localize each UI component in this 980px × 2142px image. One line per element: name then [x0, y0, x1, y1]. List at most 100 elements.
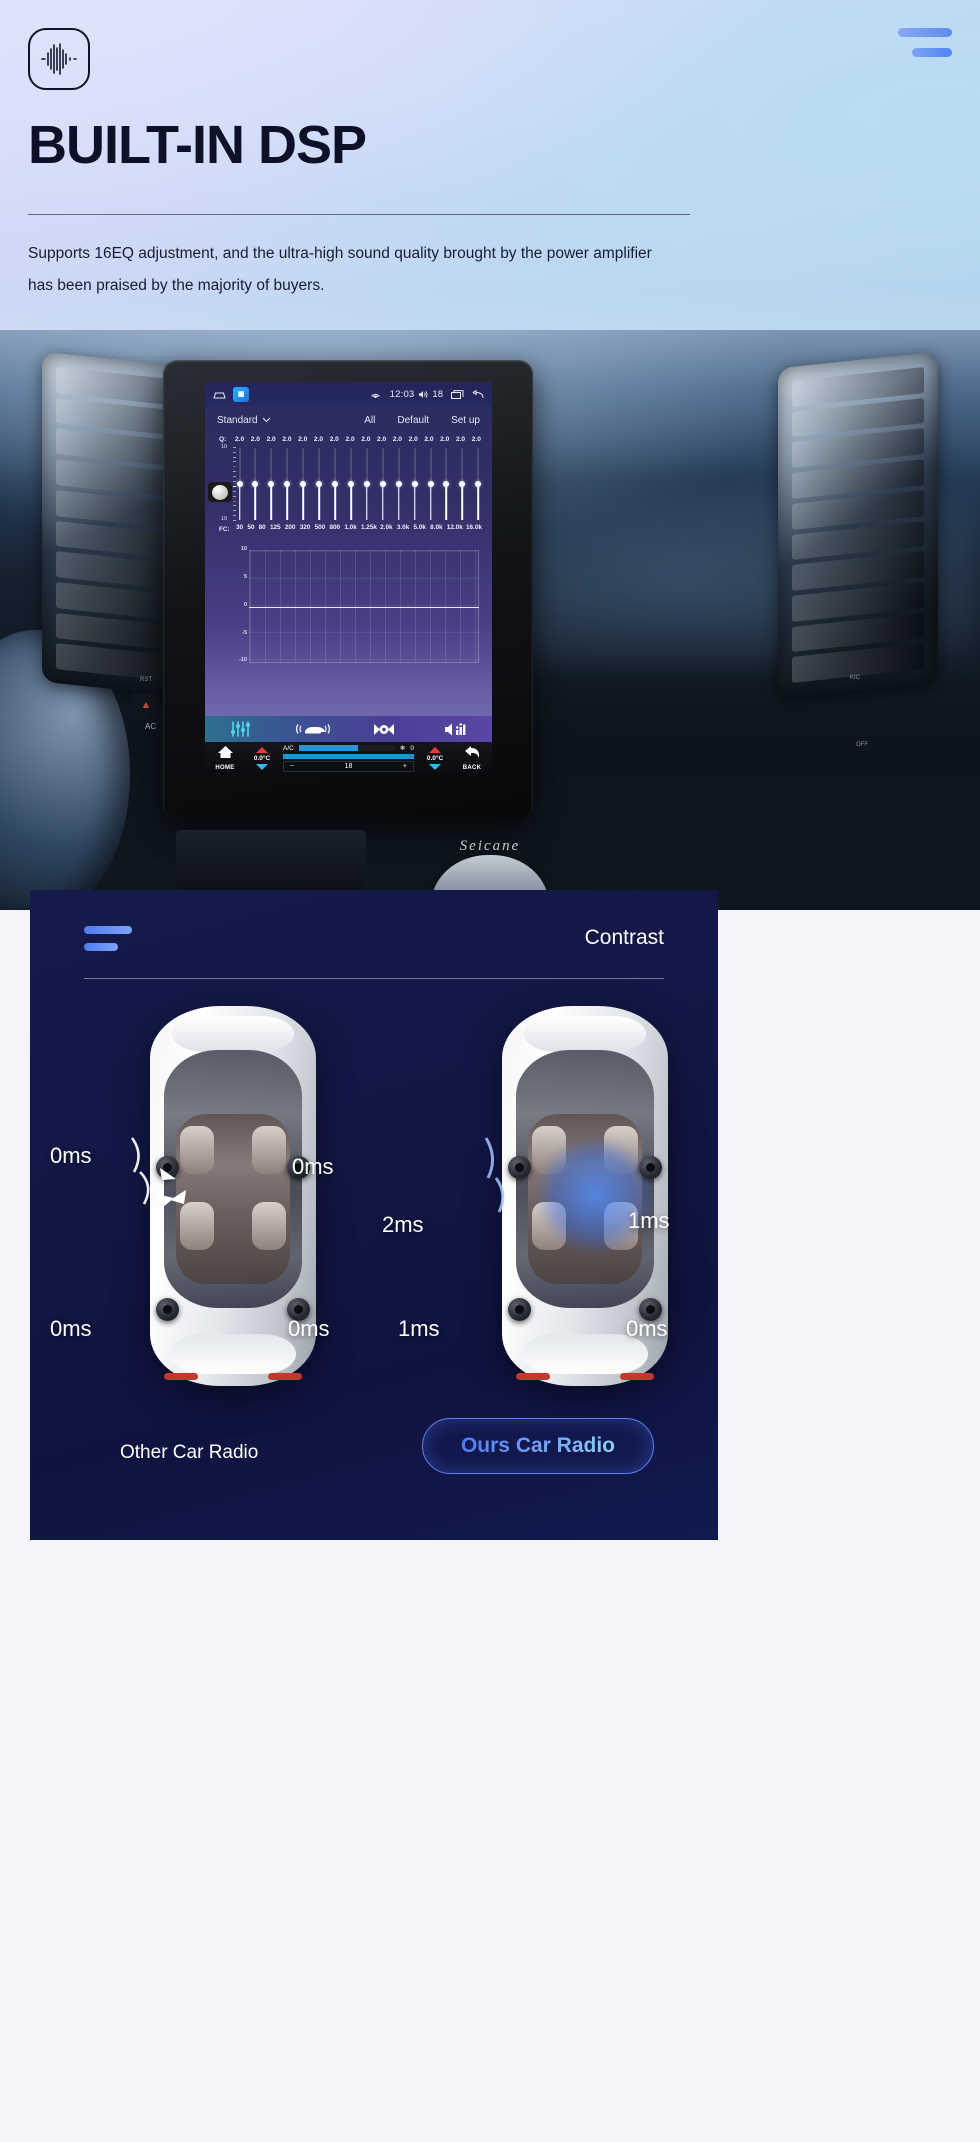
fc-value[interactable]: 2.0k	[380, 524, 392, 532]
fc-value[interactable]: 800	[329, 524, 340, 532]
climate-center[interactable]: A/C ❄ 0 − 18 +	[279, 742, 418, 774]
head-unit-screen[interactable]: ▦ 12:03 18 Standard All Default Set up Q…	[205, 382, 492, 774]
slider-knob[interactable]	[411, 481, 418, 487]
volume-icon[interactable]	[418, 390, 429, 399]
q-value[interactable]: 2.0	[314, 436, 323, 443]
setup-button[interactable]: Set up	[451, 415, 480, 426]
equalizer-sliders[interactable]	[235, 448, 483, 520]
q-value[interactable]: 2.0	[267, 436, 276, 443]
slider-knob[interactable]	[379, 481, 386, 487]
q-value[interactable]: 2.0	[424, 436, 433, 443]
slider-knob[interactable]	[347, 481, 354, 487]
back-arrow-icon[interactable]	[471, 389, 484, 399]
q-value[interactable]: 2.0	[456, 436, 465, 443]
fc-value[interactable]: 500	[315, 524, 326, 532]
ac-button-label[interactable]: AC	[145, 722, 156, 731]
fc-value[interactable]: 16.0k	[466, 524, 482, 532]
slider-knob[interactable]	[284, 481, 291, 487]
slider-knob[interactable]	[443, 481, 450, 487]
q-value[interactable]: 2.0	[251, 436, 260, 443]
fc-value[interactable]: 125	[270, 524, 281, 532]
rotary-knob[interactable]	[208, 482, 232, 502]
slider-knob[interactable]	[236, 481, 243, 487]
fc-value[interactable]: 5.0k	[413, 524, 425, 532]
preset-name[interactable]: Standard	[217, 415, 258, 426]
chevron-up-icon[interactable]	[256, 746, 268, 753]
slider-knob[interactable]	[363, 481, 370, 487]
equalizer-app-icon[interactable]: ▦	[233, 386, 249, 402]
slider-knob[interactable]	[300, 481, 307, 487]
recents-icon[interactable]	[451, 389, 464, 399]
q-value[interactable]: 2.0	[393, 436, 402, 443]
fan-icon[interactable]: ❄	[400, 744, 405, 752]
fc-value[interactable]: 8.0k	[430, 524, 442, 532]
climate-nav-bar[interactable]: HOME 0.0°C A/C ❄ 0 − 18 + 0.0°C BACK	[205, 742, 492, 774]
eq-slider-200[interactable]	[299, 448, 308, 520]
q-value[interactable]: 2.0	[440, 436, 449, 443]
chevron-up-icon[interactable]	[429, 746, 441, 753]
slider-knob[interactable]	[332, 481, 339, 487]
home-outline-icon[interactable]	[213, 390, 226, 399]
fc-value[interactable]: 30	[236, 524, 243, 532]
airflow-slider[interactable]	[298, 745, 395, 751]
fc-value[interactable]: 1.0k	[344, 524, 356, 532]
balance-fader-icon[interactable]	[349, 722, 421, 737]
left-temp-control[interactable]: 0.0°C	[245, 742, 279, 774]
q-value[interactable]: 2.0	[345, 436, 354, 443]
eq-slider-5.0k[interactable]	[426, 448, 435, 520]
minus-button[interactable]: −	[290, 763, 294, 770]
eq-slider-800[interactable]	[346, 448, 355, 520]
fc-value[interactable]: 50	[247, 524, 254, 532]
slider-knob[interactable]	[395, 481, 402, 487]
slider-knob[interactable]	[252, 481, 259, 487]
all-button[interactable]: All	[364, 415, 375, 426]
q-value[interactable]: 2.0	[409, 436, 418, 443]
eq-slider-16.0k[interactable]	[474, 448, 483, 520]
eq-slider-12.0k[interactable]	[458, 448, 467, 520]
q-value[interactable]: 2.0	[282, 436, 291, 443]
slider-knob[interactable]	[427, 481, 434, 487]
equalizer-sliders-icon[interactable]	[205, 721, 277, 737]
eq-slider-320[interactable]	[315, 448, 324, 520]
q-value[interactable]: 2.0	[330, 436, 339, 443]
fc-value[interactable]: 1.25k	[361, 524, 377, 532]
q-value[interactable]: 2.0	[472, 436, 481, 443]
fc-value[interactable]: 200	[285, 524, 296, 532]
slider-knob[interactable]	[316, 481, 323, 487]
temp-progress-bar[interactable]	[283, 754, 414, 760]
eq-slider-80[interactable]	[267, 448, 276, 520]
eq-slider-1.0k[interactable]	[362, 448, 371, 520]
slider-knob[interactable]	[268, 481, 275, 487]
fc-value[interactable]: 320	[300, 524, 311, 532]
plus-button[interactable]: +	[403, 763, 407, 770]
eq-slider-8.0k[interactable]	[442, 448, 451, 520]
eq-slider-3.0k[interactable]	[410, 448, 419, 520]
home-button[interactable]: HOME	[205, 742, 245, 774]
eq-slider-50[interactable]	[251, 448, 260, 520]
eq-slider-125[interactable]	[283, 448, 292, 520]
q-value[interactable]: 2.0	[361, 436, 370, 443]
default-button[interactable]: Default	[397, 415, 429, 426]
ours-car-radio-pill[interactable]: Ours Car Radio	[422, 1418, 654, 1474]
hamburger-menu-icon[interactable]	[84, 926, 132, 956]
fc-value[interactable]: 3.0k	[397, 524, 409, 532]
car-sound-position-icon[interactable]	[277, 722, 349, 736]
ac-label[interactable]: A/C	[283, 745, 294, 752]
slider-knob[interactable]	[459, 481, 466, 487]
slider-knob[interactable]	[475, 481, 482, 487]
eq-slider-2.0k[interactable]	[394, 448, 403, 520]
chevron-down-icon[interactable]	[429, 763, 441, 770]
eq-slider-500[interactable]	[331, 448, 340, 520]
back-button[interactable]: BACK	[452, 742, 492, 774]
chevron-down-icon[interactable]	[256, 763, 268, 770]
fc-value[interactable]: 12.0k	[447, 524, 463, 532]
center-console-buttons[interactable]	[176, 830, 366, 890]
spectrum-speaker-icon[interactable]	[420, 722, 492, 737]
chevron-down-icon[interactable]	[262, 415, 271, 426]
q-value[interactable]: 2.0	[298, 436, 307, 443]
hazard-light-button[interactable]: ▲	[133, 693, 159, 717]
level-stepper[interactable]: − 18 +	[283, 761, 414, 772]
fc-value[interactable]: 80	[259, 524, 266, 532]
q-value[interactable]: 2.0	[377, 436, 386, 443]
right-temp-control[interactable]: 0.0°C	[418, 742, 452, 774]
